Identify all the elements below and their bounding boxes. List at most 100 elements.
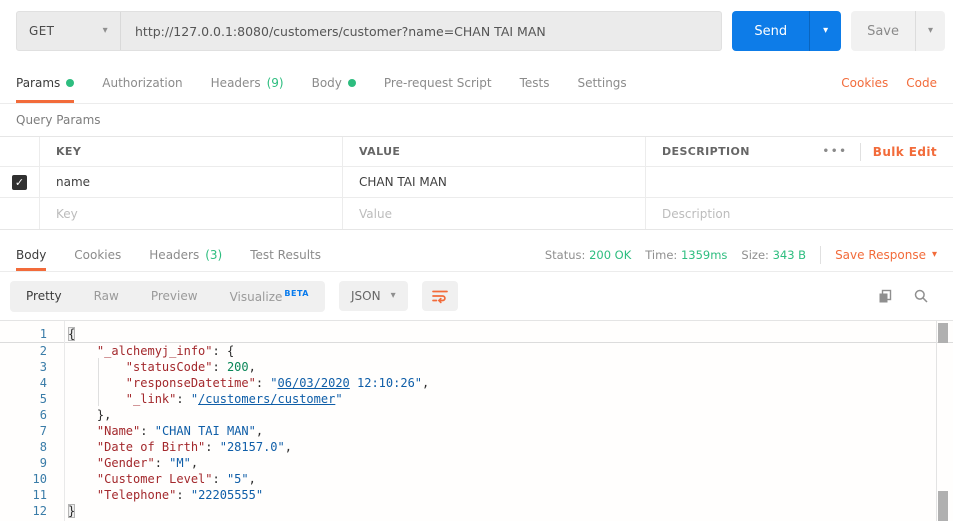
chevron-down-icon: ▾ [927, 25, 934, 36]
mode-pretty[interactable]: Pretty [10, 281, 78, 312]
viewer-actions [877, 288, 937, 304]
tab-response-headers[interactable]: Headers (3) [149, 238, 222, 271]
line-number: 4 [39, 376, 47, 390]
copy-icon [879, 289, 892, 303]
wrap-lines-icon [431, 290, 448, 304]
method-select[interactable]: GET ▾ [17, 12, 121, 50]
tab-label: Body [16, 247, 47, 262]
search-button[interactable] [913, 288, 929, 304]
bulk-edit-link[interactable]: Bulk Edit [873, 145, 937, 159]
code-text: "statusCode": 200, [125, 360, 256, 374]
code-text: "Name": "CHAN TAI MAN", [96, 424, 264, 438]
green-dot-icon [347, 78, 356, 87]
save-options-button[interactable]: ▾ [915, 11, 945, 51]
url-input[interactable] [121, 12, 722, 50]
save-label: Save [867, 23, 899, 39]
code-line-8: 8 "Date of Birth": "28157.0", [0, 439, 953, 455]
mode-visualize[interactable]: Visualize BETA [214, 281, 325, 312]
response-body-viewer[interactable]: 1{2 "_alchemyj_info": {3 "statusCode": 2… [0, 320, 953, 521]
scrollbar-thumb[interactable] [938, 323, 948, 343]
description-cell[interactable] [646, 167, 953, 197]
indent-guide [98, 358, 99, 406]
more-options-icon[interactable]: ••• [823, 146, 848, 157]
code-line-3: 3 "statusCode": 200, [0, 359, 953, 375]
chevron-down-icon: ▾ [931, 248, 937, 260]
cookies-link[interactable]: Cookies [841, 76, 888, 90]
send-options-button[interactable]: ▾ [809, 11, 842, 51]
tab-response-cookies[interactable]: Cookies [74, 238, 121, 271]
query-params-table: KEY VALUE DESCRIPTION ••• Bulk Edit ✓ na… [0, 136, 953, 230]
key-cell[interactable]: name [40, 167, 343, 197]
send-button[interactable]: Send [732, 11, 810, 51]
tab-label: Settings [577, 75, 627, 90]
description-label: DESCRIPTION [662, 145, 750, 158]
row-checkbox-cell: ✓ [0, 167, 40, 197]
code-text: { [68, 327, 76, 341]
value-cell-placeholder[interactable]: Value [343, 198, 646, 229]
row-checkbox-cell [0, 198, 40, 229]
tab-label: Body [311, 75, 342, 90]
code-text: } [68, 504, 76, 518]
format-select[interactable]: JSON ▾ [339, 281, 408, 311]
response-meta: Status: 200 OK Time: 1359ms Size: 343 B … [545, 238, 937, 271]
method-label: GET [29, 24, 55, 38]
line-number: 1 [39, 327, 47, 341]
checkbox-column-header [0, 137, 40, 166]
code-line-4: 4 "responseDatetime": "06/03/2020 12:10:… [0, 375, 953, 391]
line-number: 5 [39, 392, 47, 406]
wrap-lines-button[interactable] [421, 281, 458, 311]
code-text: "responseDatetime": "06/03/2020 12:10:26… [125, 376, 430, 390]
code-line-11: 11 "Telephone": "22205555" [0, 487, 953, 503]
tab-settings[interactable]: Settings [577, 62, 626, 103]
mode-preview[interactable]: Preview [135, 281, 214, 312]
green-dot-icon [66, 78, 75, 87]
chevron-down-icon: ▾ [102, 25, 108, 36]
code-text: "Gender": "M", [96, 456, 199, 470]
value-cell[interactable]: CHAN TAI MAN [343, 167, 646, 197]
scrollbar-thumb[interactable] [938, 491, 948, 521]
tab-tests[interactable]: Tests [520, 62, 550, 103]
tab-label: Headers [210, 75, 261, 90]
code-lines: 1{2 "_alchemyj_info": {3 "statusCode": 2… [0, 326, 953, 519]
response-view-toolbar: Pretty Raw Preview Visualize BETA JSON ▾ [0, 272, 953, 320]
scrollbar-track [936, 321, 937, 521]
view-mode-group: Pretty Raw Preview Visualize BETA [10, 280, 325, 312]
code-text: "_alchemyj_info": { [96, 344, 235, 358]
format-label: JSON [351, 289, 381, 303]
send-button-group: Send ▾ [732, 11, 842, 51]
line-number: 2 [39, 344, 47, 358]
line-number: 12 [32, 504, 47, 518]
code-text: "Telephone": "22205555" [96, 488, 264, 502]
request-tabs-right: Cookies Code [841, 62, 937, 103]
table-row: ✓ name CHAN TAI MAN [0, 167, 953, 198]
tab-response-body[interactable]: Body [16, 238, 47, 271]
tab-body[interactable]: Body [312, 62, 356, 103]
save-response-label: Save Response [835, 247, 926, 262]
code-text: "Date of Birth": "28157.0", [96, 440, 292, 454]
response-tabs: Body Cookies Headers (3) Test Results St… [0, 238, 953, 272]
code-line-6: 6 }, [0, 407, 953, 423]
description-cell-placeholder[interactable]: Description [646, 198, 953, 229]
tab-pre-request-script[interactable]: Pre-request Script [384, 62, 492, 103]
tab-authorization[interactable]: Authorization [102, 62, 182, 103]
line-number: 10 [32, 472, 47, 486]
tab-label: Headers [149, 247, 200, 262]
tab-headers[interactable]: Headers (9) [211, 62, 284, 103]
save-response-button[interactable]: Save Response ▾ [835, 248, 937, 262]
tab-label: Authorization [102, 75, 183, 90]
row-checkbox[interactable]: ✓ [12, 174, 27, 190]
line-number: 7 [39, 424, 47, 438]
copy-button[interactable] [877, 288, 893, 304]
save-button[interactable]: Save [851, 11, 915, 51]
code-line-1: 1{ [0, 326, 953, 343]
key-cell-placeholder[interactable]: Key [40, 198, 343, 229]
mode-raw[interactable]: Raw [78, 281, 135, 312]
chevron-down-icon: ▾ [390, 290, 396, 301]
save-button-group: Save ▾ [851, 11, 945, 51]
status-badge: Status: 200 OK [544, 247, 632, 262]
tab-params[interactable]: Params [16, 62, 75, 103]
code-text: "Customer Level": "5", [96, 472, 256, 486]
tab-test-results[interactable]: Test Results [250, 238, 321, 271]
code-link[interactable]: Code [906, 76, 937, 90]
gutter-divider [64, 321, 65, 521]
